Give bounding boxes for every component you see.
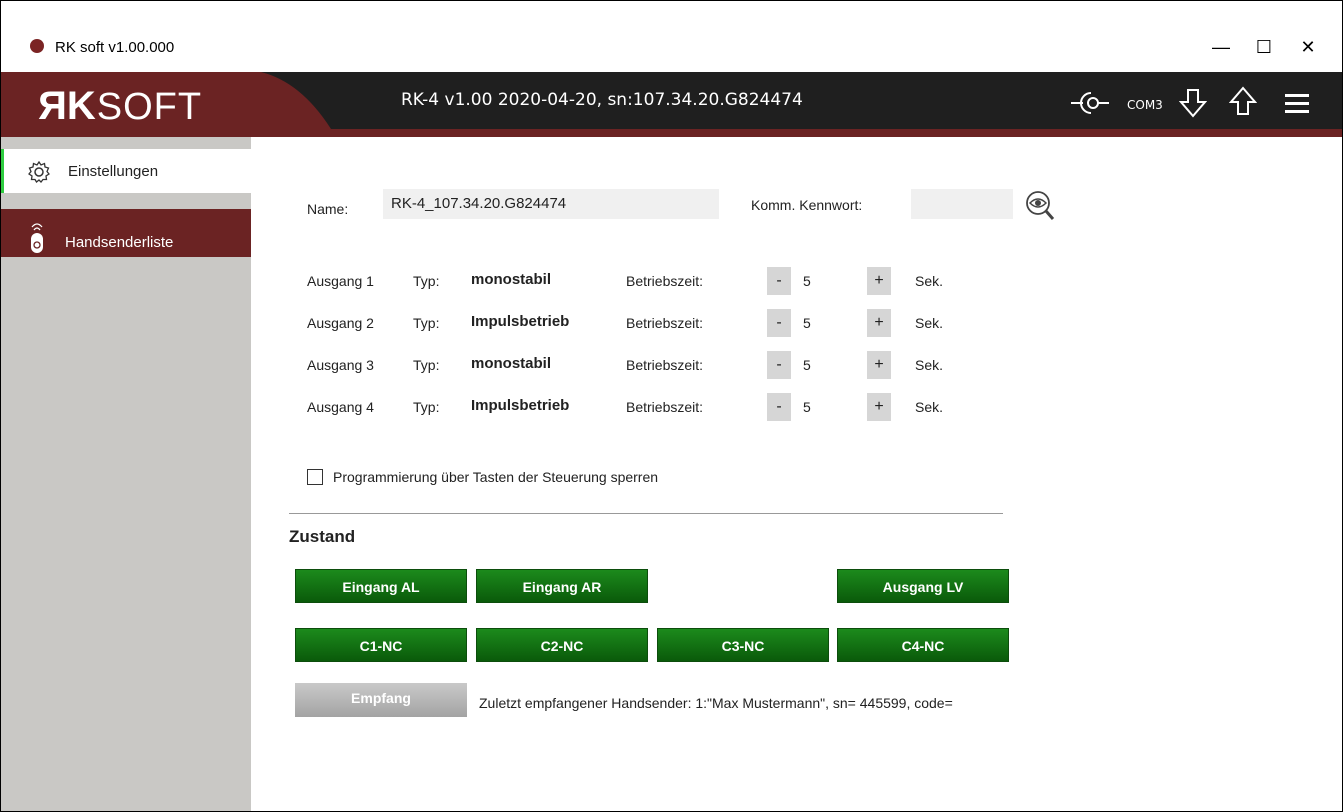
section-divider	[289, 513, 1003, 514]
header-accent-stripe	[1, 129, 1342, 137]
sidebar: Einstellungen Handsenderliste	[1, 137, 254, 811]
app-window: RK soft v1.00.000 — ☐ ✕ RKSOFT RK-4 v1.0…	[0, 0, 1343, 812]
upload-icon[interactable]	[1229, 86, 1257, 118]
decrement-button[interactable]: -	[767, 393, 791, 421]
operating-time-label: Betriebszeit:	[626, 273, 704, 289]
type-value[interactable]: monostabil	[471, 271, 551, 288]
increment-button[interactable]: +	[867, 309, 891, 337]
operating-time-value[interactable]: 5	[803, 315, 811, 331]
show-password-icon[interactable]	[1025, 189, 1055, 223]
brand-logo-k: K	[66, 84, 97, 128]
sidebar-item-label: Einstellungen	[68, 163, 159, 180]
decrement-button[interactable]: -	[767, 309, 791, 337]
operating-time-value[interactable]: 5	[803, 399, 811, 415]
status-output-lv[interactable]: Ausgang LV	[837, 569, 1009, 603]
download-icon[interactable]	[1179, 88, 1207, 120]
operating-time-label: Betriebszeit:	[626, 357, 704, 373]
operating-time-value[interactable]: 5	[803, 273, 811, 289]
type-label: Typ:	[413, 399, 440, 415]
output-label: Ausgang 4	[307, 399, 374, 415]
remote-icon	[31, 223, 43, 253]
sidebar-item-label: Handsenderliste	[65, 234, 174, 251]
decrement-button[interactable]: -	[767, 351, 791, 379]
operating-time-label: Betriebszeit:	[626, 399, 704, 415]
password-label: Komm. Kennwort:	[751, 197, 863, 213]
window-title: RK soft v1.00.000	[55, 39, 175, 56]
status-heading: Zustand	[289, 527, 356, 546]
status-input-ar[interactable]: Eingang AR	[476, 569, 648, 603]
receive-button[interactable]: Empfang	[295, 683, 467, 717]
last-received-text: Zuletzt empfangener Handsender: 1:"Max M…	[479, 695, 953, 711]
type-value[interactable]: Impulsbetrieb	[471, 397, 569, 414]
minimize-button[interactable]: —	[1201, 35, 1241, 59]
password-input[interactable]	[911, 189, 1013, 219]
status-c4-nc[interactable]: C4-NC	[837, 628, 1009, 662]
operating-time-value[interactable]: 5	[803, 357, 811, 373]
name-label: Name:	[307, 201, 349, 217]
lock-programming-checkbox[interactable]	[307, 469, 323, 485]
increment-button[interactable]: +	[867, 351, 891, 379]
sidebar-item-handsenderliste[interactable]: Handsenderliste	[1, 209, 251, 257]
decrement-button[interactable]: -	[767, 267, 791, 295]
unit-label: Sek.	[915, 399, 944, 415]
header-bar: RKSOFT RK-4 v1.00 2020-04-20, sn:107.34.…	[1, 72, 1342, 137]
close-button[interactable]: ✕	[1288, 35, 1328, 59]
unit-label: Sek.	[915, 315, 944, 331]
output-label: Ausgang 1	[307, 273, 374, 289]
status-c3-nc[interactable]: C3-NC	[657, 628, 829, 662]
com-port-label: COM3	[1127, 98, 1163, 112]
app-icon	[30, 39, 44, 53]
type-value[interactable]: monostabil	[471, 355, 551, 372]
brand-logo: RKSOFT	[37, 84, 203, 128]
unit-label: Sek.	[915, 273, 944, 289]
operating-time-label: Betriebszeit:	[626, 315, 704, 331]
type-label: Typ:	[413, 273, 440, 289]
type-label: Typ:	[413, 357, 440, 373]
lock-programming-label: Programmierung über Tasten der Steuerung…	[333, 469, 659, 485]
unit-label: Sek.	[915, 357, 944, 373]
gear-icon	[28, 161, 50, 183]
type-value[interactable]: Impulsbetrieb	[471, 313, 569, 330]
increment-button[interactable]: +	[867, 267, 891, 295]
brand-logo-text: SOFT	[96, 86, 203, 128]
maximize-button[interactable]: ☐	[1244, 35, 1284, 59]
output-label: Ausgang 3	[307, 357, 374, 373]
output-label: Ausgang 2	[307, 315, 374, 331]
status-c1-nc[interactable]: C1-NC	[295, 628, 467, 662]
brand-logo-r: R	[37, 84, 67, 128]
title-bar	[1, 1, 1342, 31]
sidebar-item-einstellungen[interactable]: Einstellungen	[1, 149, 254, 193]
type-label: Typ:	[413, 315, 440, 331]
device-info: RK-4 v1.00 2020-04-20, sn:107.34.20.G824…	[401, 90, 803, 110]
status-input-al[interactable]: Eingang AL	[295, 569, 467, 603]
name-input[interactable]: RK-4_107.34.20.G824474	[383, 189, 719, 219]
connection-icon[interactable]	[1069, 88, 1123, 118]
hamburger-menu-icon[interactable]	[1283, 92, 1311, 116]
settings-panel: Name: RK-4_107.34.20.G824474 Komm. Kennw…	[251, 137, 1342, 811]
increment-button[interactable]: +	[867, 393, 891, 421]
status-c2-nc[interactable]: C2-NC	[476, 628, 648, 662]
